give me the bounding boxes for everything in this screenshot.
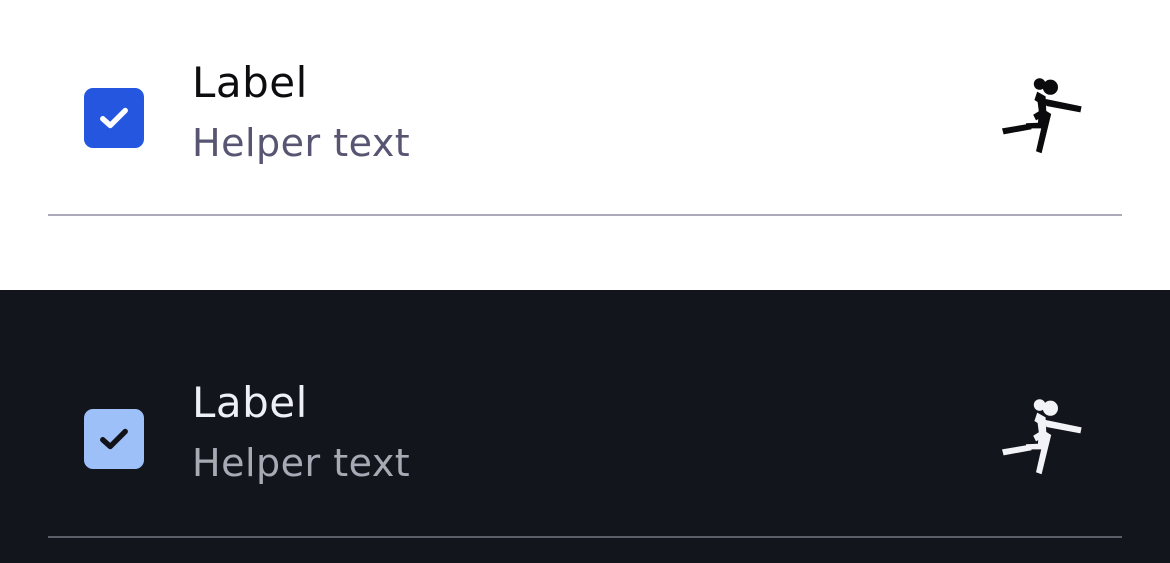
check-icon — [100, 428, 128, 450]
dark-theme-panel: Label Helper text — [0, 290, 1170, 563]
text-block-dark: Label Helper text — [192, 378, 411, 485]
helper-text: Helper text — [192, 121, 411, 165]
list-item-light[interactable]: Label Helper text — [48, 0, 1122, 216]
text-block-light: Label Helper text — [192, 58, 411, 165]
divider-light — [48, 214, 1122, 216]
checkbox-light[interactable] — [84, 88, 144, 148]
item-label: Label — [192, 58, 308, 107]
check-icon — [100, 107, 128, 129]
divider-dark — [48, 536, 1122, 538]
list-item-dark[interactable]: Label Helper text — [48, 290, 1122, 538]
helper-text: Helper text — [192, 441, 411, 485]
light-theme-panel: Label Helper text — [0, 0, 1170, 290]
sports-handball-icon — [996, 391, 1092, 487]
sports-handball-icon — [996, 70, 1092, 166]
checkbox-dark[interactable] — [84, 409, 144, 469]
item-label: Label — [192, 378, 308, 427]
